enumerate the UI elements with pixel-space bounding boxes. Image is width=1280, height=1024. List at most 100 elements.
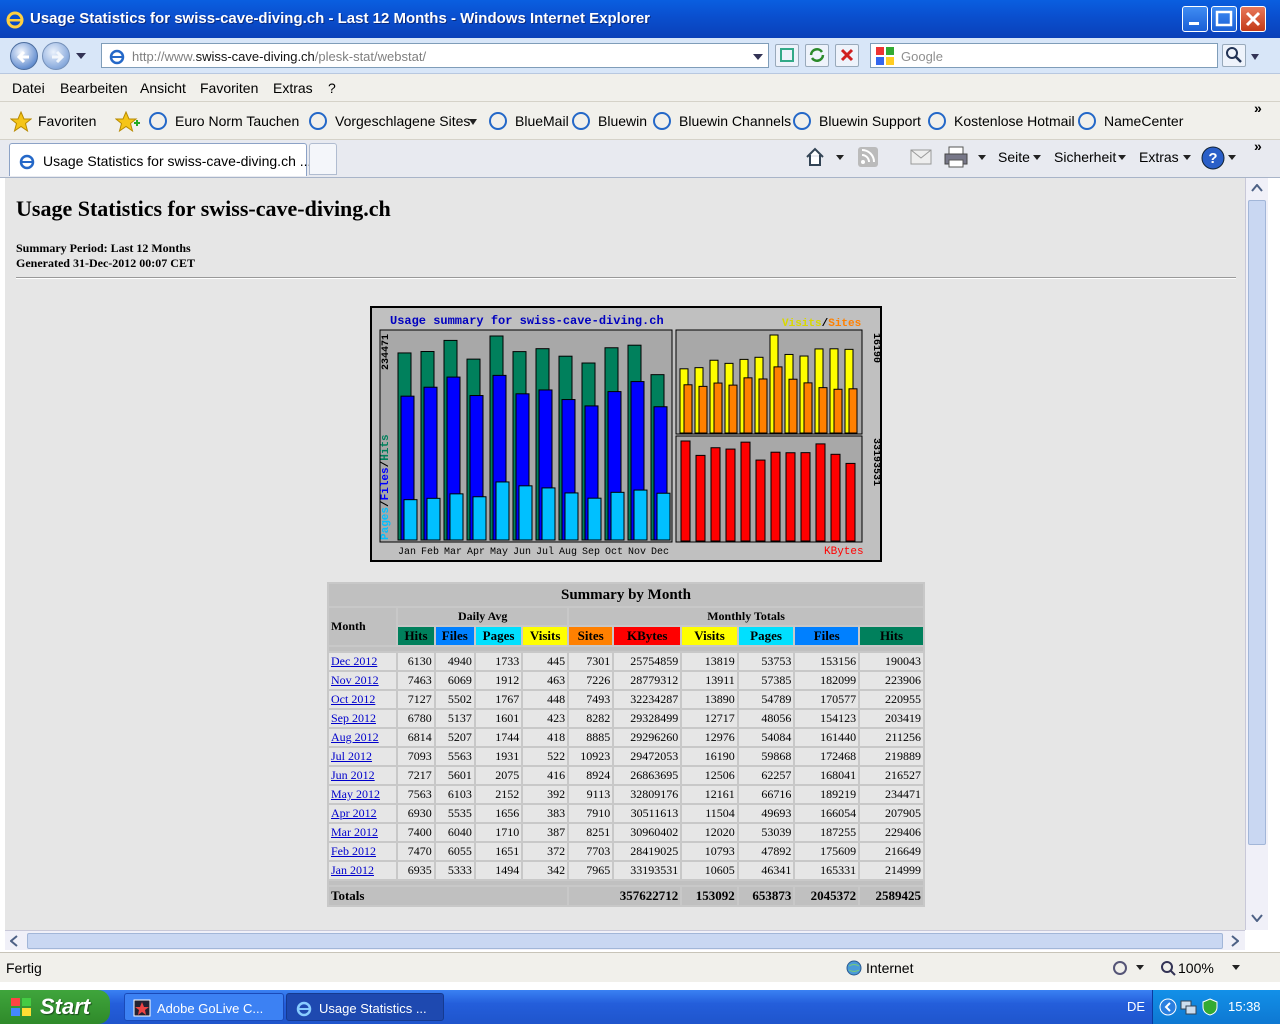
sites-bar <box>848 388 858 434</box>
menu-help[interactable]: ? <box>328 80 336 96</box>
month-link[interactable]: Mar 2012 <box>329 824 397 841</box>
month-link[interactable]: Feb 2012 <box>329 843 397 860</box>
fav-item[interactable]: Bluewin Support <box>819 113 921 129</box>
minimize-button[interactable] <box>1182 6 1208 32</box>
maximize-button[interactable] <box>1211 6 1237 32</box>
scroll-left-icon[interactable] <box>10 935 18 947</box>
security-menu[interactable]: Sicherheit <box>1054 149 1116 165</box>
search-button[interactable] <box>1222 44 1246 67</box>
month-link-text[interactable]: Apr 2012 <box>331 806 377 820</box>
month-link-text[interactable]: Sep 2012 <box>331 711 376 725</box>
table-cell: 1651 <box>475 843 522 860</box>
new-tab-button[interactable] <box>309 143 337 175</box>
fav-item[interactable]: Kostenlose Hotmail <box>954 113 1075 129</box>
month-link[interactable]: May 2012 <box>329 786 397 803</box>
chevron-more-icon[interactable]: » <box>1254 138 1262 154</box>
month-link[interactable]: Jan 2012 <box>329 862 397 879</box>
url-dropdown-icon[interactable] <box>752 52 764 62</box>
menu-edit[interactable]: Bearbeiten <box>60 80 128 96</box>
language-indicator[interactable]: DE <box>1127 999 1145 1014</box>
fav-item[interactable]: NameCenter <box>1104 113 1183 129</box>
fav-item[interactable]: Bluewin <box>598 113 647 129</box>
address-field[interactable]: http://www.swiss-cave-diving.ch/plesk-st… <box>101 43 769 68</box>
compatibility-button[interactable] <box>775 44 799 67</box>
month-link-text[interactable]: Feb 2012 <box>331 844 376 858</box>
table-cell: 445 <box>523 653 568 670</box>
horizontal-scroll-thumb[interactable] <box>27 933 1223 949</box>
chevron-more-icon[interactable]: » <box>1254 100 1262 116</box>
tools-menu[interactable]: Extras <box>1139 149 1179 165</box>
month-link-text[interactable]: Jul 2012 <box>331 749 372 763</box>
scroll-up-icon[interactable] <box>1251 184 1263 192</box>
start-button[interactable]: Start <box>0 990 110 1024</box>
search-options-icon[interactable] <box>1250 53 1260 61</box>
month-link[interactable]: Nov 2012 <box>329 672 397 689</box>
home-icon[interactable] <box>804 146 826 168</box>
scroll-down-icon[interactable] <box>1251 914 1263 922</box>
month-link[interactable]: Dec 2012 <box>329 653 397 670</box>
chevron-down-icon[interactable] <box>978 155 986 161</box>
table-cell: 5333 <box>435 862 474 879</box>
network-icon[interactable] <box>1179 998 1197 1016</box>
month-link[interactable]: Oct 2012 <box>329 691 397 708</box>
fav-item[interactable]: Euro Norm Tauchen <box>175 113 299 129</box>
month-link[interactable]: Jun 2012 <box>329 767 397 784</box>
taskbar-golive[interactable]: Adobe GoLive C... <box>124 993 284 1021</box>
close-button[interactable] <box>1240 6 1266 32</box>
month-link-text[interactable]: Jan 2012 <box>331 863 374 877</box>
total-visits: 153092 <box>682 887 737 905</box>
month-link[interactable]: Aug 2012 <box>329 729 397 746</box>
protected-mode-icon[interactable] <box>1112 960 1128 976</box>
rss-feed-icon[interactable] <box>857 146 879 168</box>
search-input[interactable]: Google <box>870 43 1218 68</box>
refresh-button[interactable] <box>805 44 829 67</box>
print-icon[interactable] <box>943 145 969 169</box>
back-button[interactable] <box>10 42 38 70</box>
vertical-scrollbar[interactable] <box>1245 178 1268 930</box>
month-link-text[interactable]: Aug 2012 <box>331 730 379 744</box>
month-link-text[interactable]: Mar 2012 <box>331 825 378 839</box>
table-cell: 165331 <box>795 862 859 879</box>
month-link-text[interactable]: Dec 2012 <box>331 654 377 668</box>
security-zone[interactable]: Internet <box>866 960 913 976</box>
table-cell: 190043 <box>860 653 923 670</box>
table-cell: 1494 <box>475 862 522 879</box>
fav-item[interactable]: Bluewin Channels <box>679 113 791 129</box>
month-link-text[interactable]: May 2012 <box>331 787 380 801</box>
security-shield-icon[interactable] <box>1201 998 1219 1016</box>
taskbar-ie[interactable]: Usage Statistics ... <box>286 993 444 1021</box>
month-link[interactable]: Sep 2012 <box>329 710 397 727</box>
add-favorite-icon[interactable] <box>115 111 141 133</box>
menu-file[interactable]: Datei <box>12 80 45 96</box>
favorites-button[interactable]: Favoriten <box>38 113 96 129</box>
chevron-down-icon <box>1228 155 1236 160</box>
fav-item[interactable]: BlueMail <box>515 113 569 129</box>
page-menu[interactable]: Seite <box>998 149 1030 165</box>
help-icon[interactable]: ? <box>1200 145 1226 171</box>
month-link-text[interactable]: Jun 2012 <box>331 768 375 782</box>
menu-view[interactable]: Ansicht <box>140 80 186 96</box>
fav-item[interactable]: Vorgeschlagene Sites <box>335 113 470 129</box>
horizontal-scrollbar[interactable] <box>5 930 1245 950</box>
tab-usage-stats[interactable]: Usage Statistics for swiss-cave-diving.c… <box>9 143 311 176</box>
menu-favorites[interactable]: Favoriten <box>200 80 258 96</box>
forward-button[interactable] <box>42 42 70 70</box>
menu-tools[interactable]: Extras <box>273 80 313 96</box>
chevron-down-icon[interactable] <box>836 155 844 161</box>
month-link[interactable]: Jul 2012 <box>329 748 397 765</box>
vertical-scroll-thumb[interactable] <box>1248 200 1266 845</box>
stop-button[interactable] <box>835 44 859 67</box>
table-cell: 59868 <box>738 748 794 765</box>
month-link[interactable]: Apr 2012 <box>329 805 397 822</box>
scroll-right-icon[interactable] <box>1231 935 1239 947</box>
mail-icon[interactable] <box>910 148 932 166</box>
table-cell: 8282 <box>569 710 613 727</box>
kbytes-bar <box>815 443 826 542</box>
month-tick-label: Jan <box>398 547 416 558</box>
arrow-left-icon <box>16 50 29 64</box>
tray-expand-icon[interactable] <box>1159 998 1177 1016</box>
zoom-level[interactable]: 100% <box>1178 960 1214 976</box>
history-dropdown-icon[interactable] <box>75 51 87 61</box>
month-link-text[interactable]: Oct 2012 <box>331 692 375 706</box>
month-link-text[interactable]: Nov 2012 <box>331 673 379 687</box>
